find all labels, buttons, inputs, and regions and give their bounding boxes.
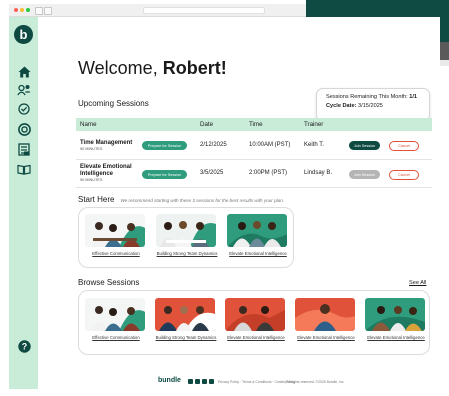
column-name: Name	[80, 121, 97, 128]
session-card[interactable]: Building Strong Team Dynamics	[155, 298, 217, 340]
session-card-label: Effective Communication	[92, 251, 140, 256]
upcoming-sessions-table: Name Date Time Trainer Time Management 9…	[76, 118, 432, 202]
start-here-panel: Effective Communication Building Strong …	[78, 207, 294, 268]
session-date: 2/12/2025	[200, 142, 227, 148]
table-row: Time Management 90 MINUTES Prepare for S…	[76, 132, 432, 160]
forward-button[interactable]	[44, 7, 52, 15]
table-row: Elevate Emotional Intelligence 90 MINUTE…	[76, 160, 432, 188]
cycle-date-value: 3/15/2025	[358, 103, 383, 109]
sessions-remaining-line: Sessions Remaining This Month: 1/1	[326, 93, 429, 102]
session-card[interactable]: Effective Communication	[85, 214, 147, 256]
session-thumbnail	[365, 298, 425, 331]
sessions-remaining-value: 1/1	[409, 94, 418, 100]
session-card-label: Elevate Emotional Intelligence	[367, 335, 425, 340]
facebook-icon[interactable]	[202, 379, 207, 384]
close-window-dot[interactable]	[14, 8, 18, 12]
browse-sessions-title: Browse Sessions	[78, 278, 140, 287]
linkedin-icon[interactable]	[188, 379, 193, 384]
address-bar[interactable]	[143, 7, 265, 14]
sidebar: b ?	[9, 17, 38, 389]
welcome-user-name: Robert!	[162, 58, 227, 78]
session-title: Time Management	[80, 140, 133, 146]
session-thumbnail	[85, 214, 145, 247]
start-here-heading: Start Here We recommend starting with the…	[78, 195, 284, 204]
join-session-button-disabled[interactable]: Join Session	[349, 170, 380, 179]
session-card-label: Elevate Emotional Intelligence	[227, 335, 285, 340]
session-thumbnail	[85, 298, 145, 331]
join-session-button[interactable]: Join Session	[349, 141, 380, 150]
cancel-session-button[interactable]: Cancel	[389, 170, 419, 180]
welcome-greeting: Welcome,	[78, 58, 158, 78]
session-thumbnail	[156, 214, 216, 247]
session-card[interactable]: Elevate Emotional Intelligence	[295, 298, 357, 340]
session-name: Elevate Emotional Intelligence 90 MINUTE…	[80, 164, 140, 183]
session-card[interactable]: Elevate Emotional Intelligence	[227, 214, 289, 256]
see-all-link[interactable]: See All	[409, 280, 426, 286]
column-trainer: Trainer	[304, 121, 324, 128]
footer: bundle Privacy Policy · Terms & Conditio…	[158, 377, 398, 387]
sessions-remaining-label: Sessions Remaining This Month:	[326, 94, 408, 100]
session-card-label: Building Strong Team Dynamics	[156, 251, 218, 256]
session-duration: 90 MINUTES	[80, 178, 103, 182]
session-card[interactable]: Building Strong Team Dynamics	[156, 214, 218, 256]
instagram-icon[interactable]	[195, 379, 200, 384]
session-card-label: Effective Communication	[92, 335, 140, 340]
session-title: Elevate Emotional Intelligence	[80, 164, 132, 177]
logo-letter: b	[19, 27, 28, 42]
footer-legal-links[interactable]: Privacy Policy · Terms & Conditions · Co…	[218, 380, 295, 384]
tasks-icon[interactable]	[16, 141, 32, 157]
minimize-window-dot[interactable]	[20, 8, 24, 12]
prepare-session-button[interactable]: Prepare for Session	[142, 141, 187, 150]
start-here-title: Start Here	[78, 195, 115, 204]
svg-text:?: ?	[21, 341, 27, 351]
table-header: Name Date Time Trainer	[76, 118, 432, 131]
column-time: Time	[249, 121, 263, 128]
session-thumbnail	[155, 298, 215, 331]
session-thumbnail	[225, 298, 285, 331]
session-date: 3/5/2025	[200, 170, 224, 176]
welcome-heading: Welcome, Robert!	[78, 58, 227, 79]
cycle-date-line: Cycle Date: 3/15/2025	[326, 102, 429, 111]
cancel-session-button[interactable]: Cancel	[389, 141, 419, 151]
session-card[interactable]: Elevate Emotional Intelligence	[225, 298, 287, 340]
help-icon[interactable]: ?	[16, 338, 32, 354]
start-here-note: We recommend starting with these 3 sessi…	[120, 198, 285, 203]
check-icon[interactable]	[16, 101, 32, 117]
sessions-remaining-card: Sessions Remaining This Month: 1/1 Cycle…	[316, 88, 430, 122]
session-thumbnail	[295, 298, 355, 331]
session-card[interactable]: Effective Communication	[85, 298, 147, 340]
prepare-session-button[interactable]: Prepare for Session	[142, 170, 187, 179]
book-icon[interactable]	[16, 161, 32, 177]
session-card-label: Building Strong Team Dynamics	[155, 335, 217, 340]
session-thumbnail	[227, 214, 287, 247]
session-trainer: Keith T.	[304, 142, 324, 148]
cycle-date-label: Cycle Date:	[326, 103, 357, 109]
footer-copyright: | All rights reserved. ©2025 Bundle, Inc…	[285, 380, 345, 384]
session-trainer: Lindsay B.	[304, 170, 333, 176]
session-card[interactable]: Elevate Emotional Intelligence	[365, 298, 427, 340]
main-content: Welcome, Robert! Sessions Remaining This…	[38, 17, 440, 389]
session-card-label: Elevate Emotional Intelligence	[229, 251, 287, 256]
browser-chrome	[9, 4, 306, 17]
session-time: 10:00AM (PST)	[249, 142, 291, 148]
browse-sessions-panel: Effective Communication Building Strong …	[78, 290, 430, 355]
session-duration: 90 MINUTES	[80, 147, 103, 151]
target-icon[interactable]	[16, 121, 32, 137]
column-date: Date	[200, 121, 214, 128]
session-card-label: Elevate Emotional Intelligence	[297, 335, 355, 340]
people-icon[interactable]	[16, 82, 32, 98]
home-icon[interactable]	[16, 64, 32, 80]
maximize-window-dot[interactable]	[26, 8, 30, 12]
twitter-icon[interactable]	[209, 379, 214, 384]
bundle-logo[interactable]: b	[14, 25, 33, 44]
session-time: 2:00PM (PST)	[249, 170, 288, 176]
back-button[interactable]	[35, 7, 43, 15]
upcoming-sessions-title: Upcoming Sessions	[78, 99, 149, 108]
footer-brand-logo[interactable]: bundle	[158, 377, 181, 384]
session-name: Time Management 90 MINUTES	[80, 140, 132, 152]
